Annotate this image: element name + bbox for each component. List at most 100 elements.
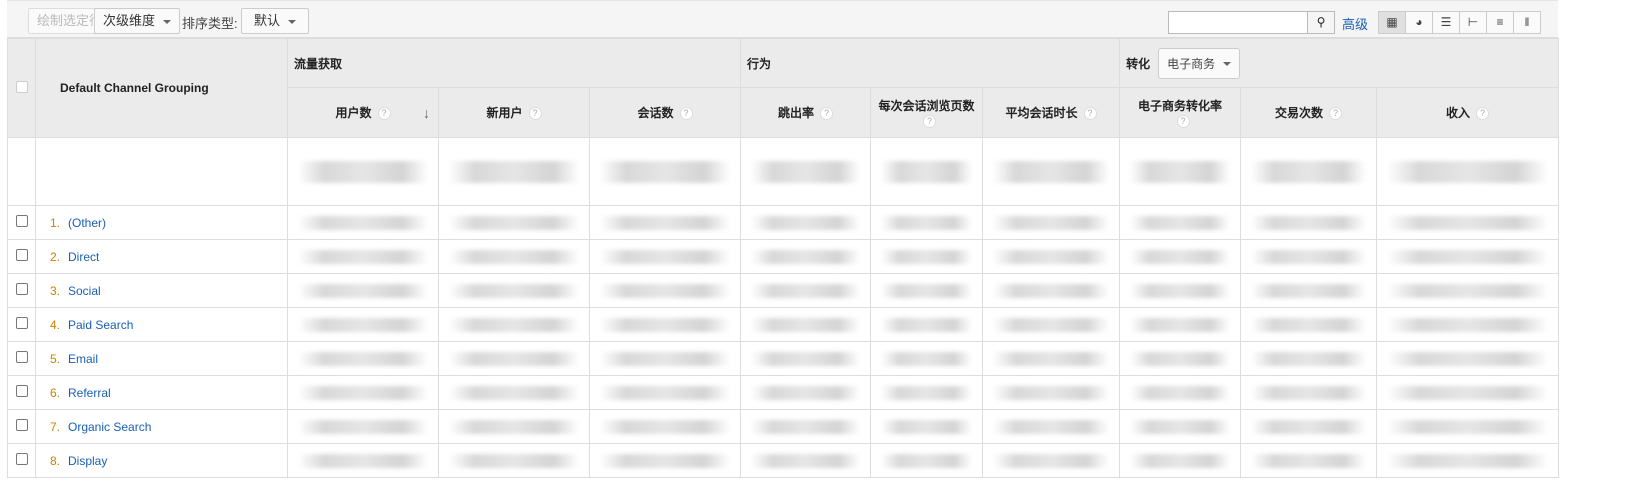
search-button[interactable]: ⚲ <box>1307 11 1335 34</box>
metric-header[interactable]: 新用户? <box>438 87 590 138</box>
redacted-value <box>1251 215 1367 230</box>
channel-link[interactable]: Direct <box>68 250 99 264</box>
row-index: 1. <box>49 215 60 230</box>
redacted-value <box>881 283 973 298</box>
performance-view-icon[interactable]: ☰ <box>1432 11 1460 34</box>
redacted-value <box>881 453 973 468</box>
pie-view-icon[interactable]: ◕ <box>1405 11 1433 34</box>
row-checkbox[interactable] <box>15 419 28 431</box>
redacted-value <box>751 453 861 468</box>
metric-header[interactable]: 跳出率? <box>740 87 872 138</box>
redacted-value <box>449 351 579 366</box>
row-checkbox[interactable] <box>15 351 28 363</box>
metric-header[interactable]: 交易次数? <box>1240 87 1378 138</box>
advanced-link[interactable]: 高级 <box>1342 14 1368 33</box>
channel-link[interactable]: Display <box>68 454 107 468</box>
channel-link[interactable]: (Other) <box>68 216 106 230</box>
redacted-value <box>600 160 731 183</box>
select-all-checkbox[interactable] <box>15 80 28 93</box>
redacted-value <box>1387 453 1549 468</box>
redacted-value <box>751 317 861 332</box>
help-icon[interactable]: ? <box>528 107 542 121</box>
redacted-value <box>449 249 579 264</box>
redacted-value <box>1130 317 1231 332</box>
redacted-value <box>993 351 1110 366</box>
redacted-value <box>449 160 579 183</box>
help-icon[interactable]: ? <box>1476 107 1490 121</box>
redacted-value <box>600 453 731 468</box>
table-row: 5. Email <box>7 341 1560 376</box>
metric-header[interactable]: 平均会话时长? <box>982 87 1121 138</box>
redacted-value <box>449 283 579 298</box>
redacted-value <box>1251 453 1367 468</box>
redacted-value <box>600 283 731 298</box>
conversion-dropdown[interactable]: 电子商务 <box>1158 47 1241 79</box>
redacted-value <box>449 215 579 230</box>
redacted-value <box>993 215 1110 230</box>
sort-type-dropdown[interactable]: 默认 <box>241 8 310 34</box>
redacted-value <box>298 351 428 366</box>
redacted-value <box>1251 351 1367 366</box>
help-icon[interactable]: ? <box>679 107 693 121</box>
row-checkbox[interactable] <box>15 283 28 295</box>
redacted-value <box>881 215 973 230</box>
channel-link[interactable]: Organic Search <box>68 420 151 434</box>
metric-header[interactable]: 收入? <box>1376 87 1560 138</box>
chevron-down-icon <box>288 19 297 24</box>
metric-header[interactable]: 每次会话浏览页数? <box>870 87 984 138</box>
channel-link[interactable]: Social <box>68 284 101 298</box>
redacted-value <box>1387 419 1549 434</box>
metric-header[interactable]: 用户数? ↓ <box>287 87 439 138</box>
metric-header-label: 新用户 <box>486 106 523 120</box>
row-checkbox[interactable] <box>15 453 28 465</box>
data-table: Default Channel Grouping 流量获取 行为 转化 电子商务 … <box>7 38 1560 478</box>
table-row: 2. Direct <box>7 239 1560 274</box>
term-cloud-view-icon[interactable]: ≡ <box>1486 11 1514 34</box>
redacted-value <box>449 453 579 468</box>
row-checkbox[interactable] <box>15 215 28 227</box>
help-icon[interactable]: ? <box>820 107 834 121</box>
metric-header[interactable]: 会话数? <box>588 87 742 138</box>
row-checkbox[interactable] <box>15 249 28 261</box>
redacted-value <box>751 160 861 183</box>
help-icon[interactable]: ? <box>1176 115 1190 129</box>
pivot-view-icon[interactable]: ‖ <box>1513 11 1541 34</box>
comparison-view-icon[interactable]: ⊢ <box>1459 11 1487 34</box>
redacted-value <box>1387 249 1549 264</box>
sort-type-value: 默认 <box>254 13 281 28</box>
redacted-value <box>600 215 731 230</box>
chevron-down-icon <box>163 19 172 24</box>
channel-link[interactable]: Paid Search <box>68 318 133 332</box>
redacted-value <box>1387 351 1549 366</box>
redacted-value <box>993 160 1110 183</box>
metric-header[interactable]: 电子商务转化率? <box>1119 87 1242 138</box>
redacted-value <box>993 453 1110 468</box>
redacted-value <box>1251 283 1367 298</box>
metric-header-label: 跳出率 <box>778 106 815 120</box>
row-checkbox[interactable] <box>15 385 28 397</box>
redacted-value <box>449 385 579 400</box>
redacted-value <box>751 419 861 434</box>
help-icon[interactable]: ? <box>1329 107 1343 121</box>
conversion-dropdown-value: 电子商务 <box>1167 56 1216 71</box>
summary-row <box>7 137 1560 206</box>
redacted-value <box>298 249 428 264</box>
row-checkbox[interactable] <box>15 317 28 329</box>
help-icon[interactable]: ? <box>923 115 937 129</box>
toolbar: 绘制选定行 次级维度 排序类型: 默认 ⚲ 高级 ▦ ◕ ☰ ⊢ ≡ ‖ <box>7 0 1558 38</box>
redacted-value <box>751 249 861 264</box>
redacted-value <box>298 215 428 230</box>
table-view-icon[interactable]: ▦ <box>1378 11 1406 34</box>
redacted-value <box>600 249 731 264</box>
metric-header-label: 收入 <box>1446 106 1471 120</box>
help-icon[interactable]: ? <box>377 107 391 121</box>
redacted-value <box>1251 419 1367 434</box>
search-input[interactable] <box>1168 11 1308 34</box>
channel-link[interactable]: Email <box>68 352 98 366</box>
group-behavior: 行为 <box>740 38 1121 88</box>
dimension-header[interactable]: Default Channel Grouping <box>35 38 288 138</box>
redacted-value <box>298 453 428 468</box>
help-icon[interactable]: ? <box>1083 107 1097 121</box>
secondary-dimension-dropdown[interactable]: 次级维度 <box>94 8 181 34</box>
channel-link[interactable]: Referral <box>68 386 111 400</box>
